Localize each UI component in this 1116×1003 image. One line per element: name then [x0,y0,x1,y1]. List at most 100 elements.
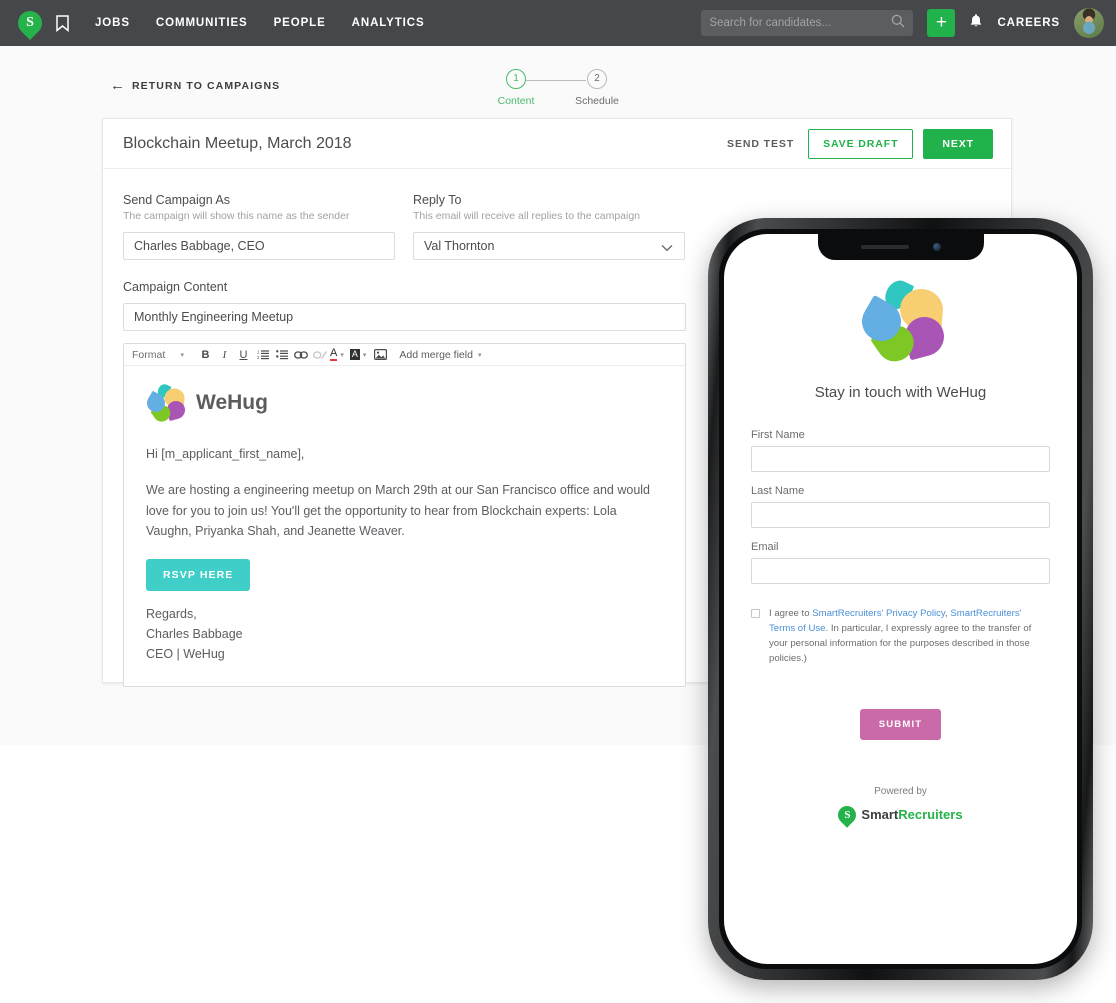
landing-page-title: Stay in touch with WeHug [814,384,987,401]
card-header: Blockchain Meetup, March 2018 SEND TEST … [103,119,1011,169]
phone-screen: Stay in touch with WeHug First Name Last… [724,234,1077,964]
send-campaign-as-hint: The campaign will show this name as the … [123,210,350,222]
bold-button[interactable]: B [197,346,214,364]
svg-text:1: 1 [257,350,260,355]
phone-camera-icon [932,243,941,251]
email-paragraph: We are hosting a engineering meetup on M… [146,483,651,538]
stepper-step-content[interactable]: 1 Content [485,68,547,107]
next-button[interactable]: NEXT [923,128,993,159]
unordered-list-icon[interactable] [273,346,290,364]
signature-line-2: Charles Babbage [146,626,243,641]
smartrecruiters-logo: S SmartRecruiters [751,801,1050,828]
signature-line-3: CEO | WeHug [146,646,225,661]
send-test-button[interactable]: SEND TEST [727,138,794,150]
editor-toolbar: Format ▾ B I U 12 A ▾ A ▾ Add merge fiel… [124,344,685,366]
stepper-step-schedule[interactable]: 2 Schedule [566,68,628,107]
italic-button[interactable]: I [216,346,233,364]
first-name-input[interactable] [751,446,1050,472]
phone-notch [817,234,984,260]
reply-to-label: Reply To [413,193,462,207]
chevron-down-icon: ▾ [340,351,344,359]
rsvp-here-button[interactable]: RSVP HERE [146,559,251,591]
reply-to-field: Reply To This email will receive all rep… [413,193,685,260]
add-merge-field-label: Add merge field [399,348,473,361]
email-brand-name: WeHug [196,391,268,414]
landing-page-content: Stay in touch with WeHug First Name Last… [724,234,1077,828]
step-number-circle: 2 [587,68,607,89]
wehug-flower-logo-icon [143,382,188,425]
nav-link-communities[interactable]: COMMUNITIES [156,17,248,29]
phone-brand-logo [751,276,1050,369]
submit-button[interactable]: SUBMIT [859,708,942,740]
logo-letter: S [26,15,34,30]
nav-link-analytics[interactable]: ANALYTICS [352,17,425,29]
return-to-campaigns-link[interactable]: ← RETURN TO CAMPAIGNS [110,78,280,93]
first-name-label: First Name [751,429,805,441]
search-input[interactable] [709,17,892,29]
step-label: Schedule [575,94,619,107]
signature-line-1: Regards, [146,607,197,621]
format-dropdown-label: Format [132,348,166,361]
powered-by-label: Powered by [874,785,927,797]
primary-nav-links: JOBS COMMUNITIES PEOPLE ANALYTICS [95,17,425,29]
underline-button[interactable]: U [235,346,252,364]
last-name-field: Last Name [751,485,1050,541]
reply-to-hint: This email will receive all replies to t… [413,210,641,222]
app-root: S JOBS COMMUNITIES PEOPLE ANALYTICS + CA… [0,0,1116,1003]
chevron-down-icon: ▾ [477,351,482,359]
phone-bezel: Stay in touch with WeHug First Name Last… [719,229,1082,969]
page-title: Blockchain Meetup, March 2018 [123,134,352,152]
privacy-policy-link[interactable]: SmartRecruiters' Privacy Policy [812,608,945,619]
email-greeting: Hi [m_applicant_first_name], [146,447,305,461]
consent-prefix: I agree to [769,608,813,619]
submit-row: SUBMIT [751,708,1050,740]
notification-bell-icon[interactable] [969,13,983,33]
nav-link-jobs[interactable]: JOBS [95,17,130,29]
search-box[interactable] [701,10,914,36]
consent-text: I agree to SmartRecruiters' Privacy Poli… [769,606,1050,667]
link-icon[interactable] [292,346,309,364]
rich-text-editor: Format ▾ B I U 12 A ▾ A ▾ Add merge fiel… [123,343,686,688]
format-dropdown[interactable]: Format ▾ [132,349,192,361]
reply-to-select[interactable] [413,232,685,260]
top-navigation-bar: S JOBS COMMUNITIES PEOPLE ANALYTICS + CA… [0,0,1116,46]
return-link-label: RETURN TO CAMPAIGNS [132,79,281,92]
last-name-label: Last Name [751,485,805,497]
ordered-list-icon[interactable]: 12 [254,346,271,364]
add-button[interactable]: + [927,9,956,37]
nav-link-people[interactable]: PEOPLE [274,17,326,29]
wordmark-smart: Smart [861,807,899,823]
background-color-glyph: A [349,349,360,360]
background-color-button[interactable]: A ▾ [349,349,371,360]
left-arrow-icon: ← [110,77,125,94]
text-color-button[interactable]: A ▾ [330,348,348,361]
last-name-input[interactable] [751,502,1050,528]
step-number-circle: 1 [506,68,526,89]
insert-image-icon[interactable] [372,346,389,364]
nav-link-careers[interactable]: CAREERS [997,17,1060,29]
smartrecruiters-pin-icon[interactable]: S [13,6,47,40]
campaign-content-input[interactable] [123,303,686,331]
phone-speaker [860,245,909,249]
unlink-icon [311,346,328,364]
consent-checkbox[interactable] [751,609,760,618]
send-campaign-as-input[interactable] [123,232,395,260]
email-content-area[interactable]: WeHug Hi [m_applicant_first_name], We ar… [124,366,685,686]
email-field: Email [751,541,1050,597]
consent-row: I agree to SmartRecruiters' Privacy Poli… [751,606,1050,667]
search-icon[interactable] [891,14,905,33]
email-brand-header: WeHug [143,382,663,425]
email-signature: Regards, Charles Babbage CEO | WeHug [146,605,663,664]
email-input[interactable] [751,558,1050,584]
smartrecruiters-wordmark: SmartRecruiters [861,807,962,822]
bookmark-icon[interactable] [56,14,69,32]
user-avatar[interactable] [1074,8,1104,38]
reply-to-select-wrapper[interactable] [413,232,685,260]
send-campaign-as-field: Send Campaign As The campaign will show … [123,193,395,260]
logo-letter: S [844,808,851,821]
svg-text:2: 2 [257,355,260,360]
save-draft-button[interactable]: SAVE DRAFT [808,128,914,159]
wordmark-recruiters: Recruiters [898,807,963,823]
add-merge-field-dropdown[interactable]: Add merge field ▾ [399,349,481,361]
smartrecruiters-pin-icon: S [834,801,861,828]
